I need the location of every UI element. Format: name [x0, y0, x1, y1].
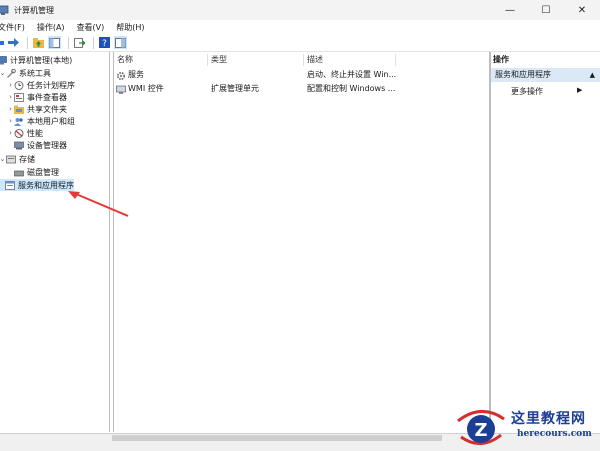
task-scheduler-icon [14, 80, 24, 90]
wmi-control-icon [116, 85, 126, 94]
actions-section-label: 服务和应用程序 [495, 70, 551, 79]
submenu-arrow-icon[interactable]: ▶ [577, 86, 582, 94]
system-tools-icon [6, 68, 16, 78]
menu-help[interactable]: 帮助(H) [110, 22, 150, 33]
console-tree: 计算机管理(本地) ⌄ 系统工具 › 任务计划程序 › 事件查看器 › 共享文件… [0, 52, 110, 432]
tree-label-performance: 性能 [27, 128, 43, 138]
computer-icon [0, 55, 7, 65]
tree-item-local-users[interactable]: › 本地用户和组 [7, 115, 75, 127]
actions-header: 操作 [493, 55, 509, 64]
tree-label-event-viewer: 事件查看器 [27, 92, 67, 102]
toolbar-separator [27, 36, 28, 49]
show-hide-tree-icon[interactable] [48, 36, 61, 49]
toolbar-separator [93, 36, 94, 49]
menu-file[interactable]: 文件(F) [0, 22, 31, 33]
title-bar: 计算机管理 — ☐ ✕ [0, 0, 600, 20]
tree-label-system-tools: 系统工具 [19, 68, 51, 78]
more-actions-link[interactable]: 更多操作 ▶ [511, 86, 582, 97]
watermark: Z 这里教程网 herecours.com [455, 405, 600, 450]
svg-text:?: ? [102, 39, 107, 48]
column-header-type[interactable]: 类型 [208, 54, 304, 66]
computer-management-icon [0, 4, 9, 16]
tree-item-system-tools[interactable]: ⌄ 系统工具 [0, 67, 51, 79]
storage-icon [6, 155, 16, 164]
tree-item-shared-folders[interactable]: › 共享文件夹 [7, 103, 67, 115]
tree-item-services-apps[interactable]: 服务和应用程序 [0, 179, 74, 191]
expand-chevron-icon[interactable]: › [7, 81, 14, 89]
users-icon [14, 117, 24, 126]
tree-item-disk-management[interactable]: 磁盘管理 [14, 166, 59, 178]
event-viewer-icon [14, 92, 24, 102]
services-gear-icon [116, 71, 126, 80]
watermark-logo-icon: Z [457, 410, 505, 445]
annotation-arrow-icon [68, 191, 129, 217]
forward-arrow-icon[interactable] [7, 36, 20, 49]
results-list: 名称 类型 描述 服务 启动、终止并设置 Win... WMI 控件 扩展管理单… [113, 52, 490, 432]
tree-item-event-viewer[interactable]: › 事件查看器 [7, 91, 67, 103]
row-name: 服务 [128, 70, 144, 79]
performance-icon [14, 128, 24, 138]
tree-label-device-manager: 设备管理器 [27, 140, 67, 150]
horizontal-scrollbar[interactable] [0, 435, 442, 441]
window-title: 计算机管理 [14, 5, 54, 15]
table-row[interactable]: WMI 控件 扩展管理单元 配置和控制 Windows ... [116, 83, 486, 95]
menu-view[interactable]: 查看(V) [71, 22, 111, 33]
watermark-url: herecours.com [517, 429, 592, 439]
row-name: WMI 控件 [128, 84, 164, 93]
tree-item-storage[interactable]: ⌄ 存储 [0, 153, 35, 165]
device-manager-icon [14, 141, 24, 150]
expand-chevron-icon[interactable]: › [7, 93, 14, 101]
actions-pane: 操作 服务和应用程序 ▲ 更多操作 ▶ [490, 52, 600, 432]
toolbar: ? [0, 34, 600, 52]
properties-view-icon[interactable] [114, 36, 127, 49]
tree-item-device-manager[interactable]: 设备管理器 [14, 139, 67, 151]
tree-label-task-scheduler: 任务计划程序 [27, 80, 75, 90]
toolbar-separator [68, 36, 69, 49]
expand-chevron-icon[interactable]: › [7, 117, 14, 125]
export-list-icon[interactable] [73, 36, 86, 49]
tree-label-services-apps: 服务和应用程序 [18, 180, 74, 190]
column-header-name[interactable]: 名称 [114, 54, 208, 66]
collapse-up-icon[interactable]: ▲ [590, 68, 595, 82]
shared-folder-icon [14, 105, 24, 114]
help-icon[interactable]: ? [98, 36, 111, 49]
column-header-description[interactable]: 描述 [304, 54, 396, 66]
back-arrow-icon[interactable] [0, 36, 4, 49]
close-button[interactable]: ✕ [564, 0, 600, 20]
disk-management-icon [14, 168, 24, 177]
tree-item-root[interactable]: 计算机管理(本地) [0, 54, 72, 66]
scrollbar-thumb[interactable] [112, 435, 442, 441]
table-row[interactable]: 服务 启动、终止并设置 Win... [116, 69, 486, 81]
tree-label-root: 计算机管理(本地) [10, 55, 73, 65]
minimize-button[interactable]: — [492, 0, 528, 20]
svg-text:Z: Z [474, 420, 487, 441]
tree-label-disk-management: 磁盘管理 [27, 167, 59, 177]
row-description: 配置和控制 Windows ... [307, 84, 396, 93]
row-type: 扩展管理单元 [211, 84, 259, 93]
up-folder-icon[interactable] [32, 36, 45, 49]
actions-section-services-apps[interactable]: 服务和应用程序 ▲ [491, 68, 600, 82]
tree-item-task-scheduler[interactable]: › 任务计划程序 [7, 79, 75, 91]
more-actions-label: 更多操作 [511, 87, 543, 96]
row-description: 启动、终止并设置 Win... [307, 70, 397, 79]
tree-label-local-users: 本地用户和组 [27, 116, 75, 126]
maximize-button[interactable]: ☐ [528, 0, 564, 20]
watermark-title: 这里教程网 [511, 411, 586, 427]
menu-action[interactable]: 操作(A) [31, 22, 71, 33]
menu-bar: 文件(F) 操作(A) 查看(V) 帮助(H) [0, 20, 600, 34]
expand-chevron-icon[interactable]: › [7, 105, 14, 113]
tree-label-shared-folders: 共享文件夹 [27, 104, 67, 114]
services-apps-icon [5, 180, 15, 190]
tree-label-storage: 存储 [19, 154, 35, 164]
expand-chevron-icon[interactable]: › [7, 129, 14, 137]
tree-item-performance[interactable]: › 性能 [7, 127, 43, 139]
